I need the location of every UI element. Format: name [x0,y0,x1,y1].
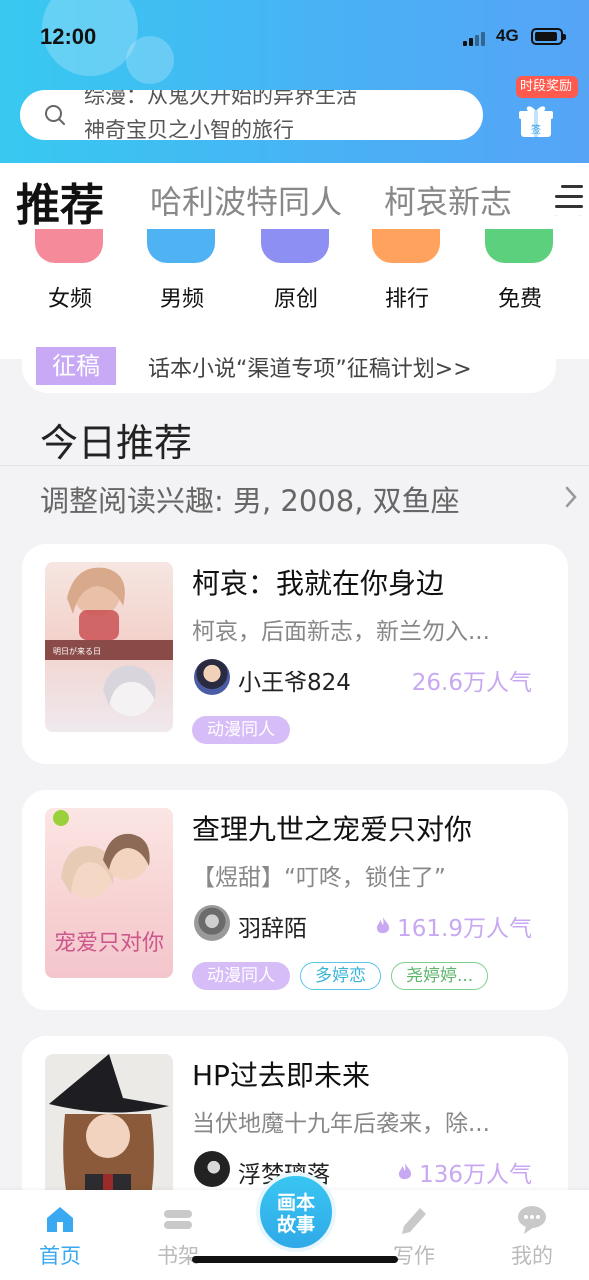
ranking-icon [372,229,440,263]
cover-art: 明日が来る日 [45,567,173,716]
cover-text: 宠爱只对你 [54,931,164,956]
notice-text: 话本小说“渠道专项”征稿计划>> [148,357,472,382]
reward-tag: 时段奖励 [516,76,578,98]
nav-mine[interactable]: 我的 [492,1204,572,1268]
category-tabs: 推荐 哈利波特同人 柯哀新志 其他 [0,163,589,229]
status-time: 12:00 [40,24,97,49]
header: 12:00 4G 综漫：从鬼灭开始的异界生活 神奇宝贝之小智的旅行 时段奖励 签 [0,0,589,163]
search-placeholder-prev: 综漫：从鬼灭开始的异界生活 [84,90,357,108]
book-description: 当伏地魔十九年后袭来，除... [192,1111,490,1137]
nav-bookshelf[interactable]: 书架 [138,1204,218,1268]
author-avatar [194,659,230,695]
tab-harry-potter[interactable]: 哈利波特同人 [150,177,342,223]
book-title: HP过去即未来 [192,1059,370,1092]
fire-icon [398,1163,412,1180]
network-label: 4G [496,26,519,45]
book-tag[interactable]: 多婷恋 [300,962,381,990]
category-label: 男频 [159,287,204,312]
section-title: 今日推荐 [40,421,193,465]
popularity: 26.6万人气 [411,670,532,696]
cover-text: 明日が来る日 [53,646,101,656]
reward-button[interactable]: 时段奖励 签 [516,76,578,138]
pen-icon [261,229,329,263]
category-label: 女频 [47,287,92,312]
book-card[interactable]: 宠爱只对你 查理九世之宠爱只对你 【煜甜】“叮咚，锁住了” 羽辞陌 161.9万… [22,790,568,1010]
popularity: 161.9万人气 [375,909,532,943]
home-icon [47,1207,73,1232]
signal-icon [463,32,491,46]
female-icon [35,229,103,263]
book-title: 柯哀：我就在你身边 [192,567,445,600]
home-indicator [192,1256,398,1263]
cover-art: 宠爱只对你 [53,810,164,956]
book-title: 查理九世之宠爱只对你 [192,813,473,846]
author-name: 小王爷824 [238,670,351,696]
tab-menu-icon[interactable] [548,181,589,215]
book-card[interactable]: 明日が来る日 柯哀：我就在你身边 柯哀，后面新志，新兰勿入... 小王爷824 … [22,544,568,764]
book-tag[interactable]: 动漫同人 [192,962,290,990]
bookshelf-icon [164,1210,192,1229]
chat-bubble-icon [518,1206,546,1234]
chevron-right-icon[interactable] [564,484,578,510]
gift-box-label: 签 [531,123,541,136]
notice-tag: 征稿 [36,347,116,385]
category-male[interactable]: 男频 [142,229,222,349]
status-bar: 12:00 4G [0,20,589,54]
male-icon [147,229,215,263]
gift-icon: 签 [519,106,553,137]
popularity: 136万人气 [397,1155,532,1189]
author-avatar [194,905,230,941]
nav-write[interactable]: 写作 [374,1204,454,1268]
search-icon [45,105,65,125]
category-label: 免费 [497,287,542,312]
category-ranking[interactable]: 排行 [367,229,447,349]
book-tag[interactable]: 尧婷婷... [391,962,489,990]
notice-banner[interactable]: 征稿 话本小说“渠道专项”征稿计划>> [22,340,556,393]
story-center-button[interactable]: 画本 故事 [256,1172,336,1252]
book-cover: 明日が来る日 [45,562,173,732]
search-input[interactable]: 综漫：从鬼灭开始的异界生活 神奇宝贝之小智的旅行 [20,90,483,140]
book-cover: 宠爱只对你 [45,808,173,978]
category-label: 原创 [273,287,318,312]
search-placeholder: 神奇宝贝之小智的旅行 [84,118,294,140]
category-free[interactable]: 免费 [480,229,560,349]
book-description: 柯哀，后面新志，新兰勿入... [192,619,490,645]
author-avatar [194,1151,230,1187]
nav-label: 写作 [393,1244,435,1268]
tab-conan[interactable]: 柯哀新志 [384,177,512,223]
book-tags: 动漫同人 [192,716,290,744]
center-label: 故事 [276,1214,315,1236]
free-icon [485,229,553,263]
interest-settings-link[interactable]: 调整阅读兴趣: 男, 2008, 双鱼座 [40,478,460,520]
pen-icon [402,1208,426,1234]
fire-icon [376,917,390,934]
nav-home[interactable]: 首页 [20,1204,100,1268]
nav-label: 书架 [157,1244,199,1268]
book-tag[interactable]: 动漫同人 [192,716,290,744]
nav-label: 我的 [511,1244,553,1268]
center-label: 画本 [276,1192,315,1214]
divider [0,465,589,466]
category-female[interactable]: 女频 [30,229,110,349]
tab-recommend[interactable]: 推荐 [16,169,104,229]
category-original[interactable]: 原创 [256,229,336,349]
author-name: 羽辞陌 [238,916,307,942]
category-label: 排行 [384,287,429,312]
book-tags: 动漫同人 多婷恋 尧婷婷... [192,962,489,990]
book-description: 【煜甜】“叮咚，锁住了” [192,865,446,891]
nav-label: 首页 [39,1244,81,1268]
battery-icon [531,28,566,45]
